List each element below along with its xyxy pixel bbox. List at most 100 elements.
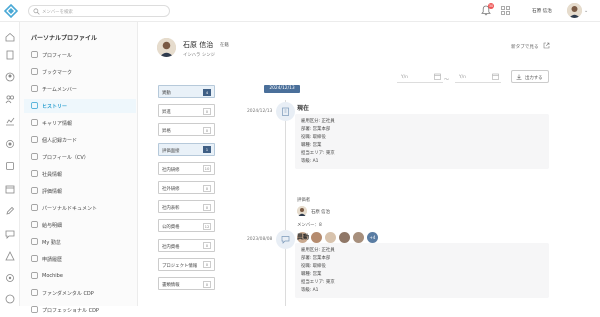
filter-count: 4 bbox=[203, 88, 211, 96]
menu-item-label: Mochibe bbox=[42, 273, 63, 279]
menu-item-label: ヒストリー bbox=[42, 104, 68, 110]
card-row: 雇用区分: 正社員 bbox=[301, 119, 335, 124]
payslip-icon bbox=[31, 221, 38, 228]
menu-item[interactable]: キャリア情報 bbox=[24, 116, 136, 130]
filter-label: 社内研修 bbox=[162, 167, 180, 173]
document-icon[interactable] bbox=[5, 50, 15, 60]
history-icon bbox=[31, 102, 38, 109]
chart-icon[interactable] bbox=[5, 116, 15, 126]
menu-item[interactable]: ヒストリー bbox=[24, 99, 136, 113]
open-new-tab-link[interactable]: 新タブで見る bbox=[511, 44, 539, 50]
filter-label: 社内資格 bbox=[162, 244, 180, 250]
user-avatar[interactable] bbox=[567, 3, 582, 18]
export-button[interactable]: 出力する bbox=[511, 70, 549, 83]
avatar-person-icon bbox=[297, 206, 307, 216]
chat-icon[interactable] bbox=[5, 229, 15, 239]
date-from-field[interactable]: Y/n bbox=[397, 71, 443, 83]
network-icon[interactable] bbox=[5, 139, 15, 149]
current-user-name[interactable]: 石原 信治 bbox=[532, 8, 552, 14]
more-members-badge[interactable]: +4 bbox=[367, 232, 378, 243]
menu-item[interactable]: 社員情報 bbox=[24, 167, 136, 181]
home-icon[interactable] bbox=[5, 32, 15, 42]
filter-count: 0 bbox=[203, 280, 211, 288]
menu-item[interactable]: チームメンバー bbox=[24, 82, 136, 96]
history-filter-button[interactable]: 昇格 0 bbox=[158, 123, 215, 137]
external-link-icon[interactable] bbox=[543, 42, 550, 49]
card-row: 職種: 営業 bbox=[301, 143, 322, 148]
menu-item-label: 社員情報 bbox=[42, 172, 63, 178]
menu-item[interactable]: ファンダメンタル CDP bbox=[24, 286, 136, 300]
badge-icon[interactable] bbox=[5, 161, 15, 171]
career-icon bbox=[31, 119, 38, 126]
help-icon[interactable] bbox=[5, 294, 15, 304]
menu-item[interactable]: 給与明細 bbox=[24, 218, 136, 232]
top-bar: メンバーを検索 30 石原 信治 ⌄ bbox=[0, 0, 600, 22]
edit-icon[interactable] bbox=[5, 206, 15, 216]
date-to-field[interactable]: Y/n bbox=[455, 71, 501, 83]
timeline-date: 2023/08/08 bbox=[247, 237, 273, 242]
timeline-date: 2024/12/13 bbox=[247, 109, 273, 114]
member-avatar[interactable] bbox=[311, 232, 322, 243]
history-filter-button[interactable]: プロジェクト情報 0 bbox=[158, 257, 215, 271]
filter-count: 0 bbox=[203, 107, 211, 115]
gear-icon[interactable] bbox=[5, 273, 15, 283]
person-icon[interactable] bbox=[5, 72, 15, 82]
history-filter-button[interactable]: 異動 4 bbox=[158, 85, 215, 98]
calendar-icon[interactable] bbox=[492, 73, 499, 80]
entry-title: 異動 bbox=[297, 234, 310, 241]
registrant-label: 評価者 bbox=[297, 198, 311, 203]
filter-label: 評価面接 bbox=[162, 148, 180, 154]
card-row: 担当エリア: 東京 bbox=[301, 151, 335, 156]
menu-item-label: 申請履歴 bbox=[42, 257, 63, 263]
member-avatar[interactable] bbox=[339, 232, 350, 243]
building-icon bbox=[282, 107, 289, 116]
search-icon bbox=[33, 8, 40, 15]
filter-label: 公的資格 bbox=[162, 225, 180, 231]
filter-count: 0 bbox=[203, 184, 211, 192]
filter-label: 昇格 bbox=[162, 129, 171, 135]
menu-item[interactable]: パーソナルドキュメント bbox=[24, 201, 136, 215]
menu-item[interactable]: プロフィール（CV） bbox=[24, 150, 136, 164]
menu-item-label: プロフィール（CV） bbox=[42, 155, 89, 161]
team-icon bbox=[31, 85, 38, 92]
history-filter-button[interactable]: 書類情報 0 bbox=[158, 277, 215, 290]
history-card: 雇用区分: 正社員 部署: 営業本部 役職: 取締役 職種: 営業 担当エリア:… bbox=[295, 243, 549, 298]
member-avatar[interactable] bbox=[353, 232, 364, 243]
menu-item[interactable]: 個人記録カード bbox=[24, 133, 136, 147]
history-filter-button[interactable]: 評価面接 1 bbox=[158, 142, 215, 156]
menu-item-label: 評価情報 bbox=[42, 189, 63, 195]
date-range-separator: 〜 bbox=[444, 77, 450, 83]
menu-item[interactable]: 評価情報 bbox=[24, 184, 136, 198]
document-icon bbox=[31, 204, 38, 211]
menu-item[interactable]: 申請履歴 bbox=[24, 252, 136, 266]
menu-item[interactable]: My 勤怠 bbox=[24, 235, 136, 249]
filter-count: 0 bbox=[203, 203, 211, 211]
menu-title: パーソナルプロファイル bbox=[31, 35, 98, 42]
chevron-down-icon[interactable]: ⌄ bbox=[584, 8, 588, 14]
app-logo-icon[interactable] bbox=[4, 4, 18, 18]
warning-icon[interactable] bbox=[5, 251, 15, 261]
history-filter-button[interactable]: 公的資格 12 bbox=[158, 219, 215, 233]
history-filter-button[interactable]: 社内資格 0 bbox=[158, 238, 215, 252]
history-filter-button[interactable]: 社内研修 10 bbox=[158, 161, 215, 175]
menu-item[interactable]: ブックマーク bbox=[24, 65, 136, 79]
history-filter-button[interactable]: 昇進 0 bbox=[158, 104, 215, 118]
member-search-input[interactable]: メンバーを検索 bbox=[28, 5, 170, 17]
people-icon[interactable] bbox=[5, 94, 15, 104]
member-avatar[interactable] bbox=[325, 232, 336, 243]
history-filter-button[interactable]: 社内表彰 0 bbox=[158, 200, 215, 214]
card-row: 部署: 営業本部 bbox=[301, 256, 331, 261]
timeline-node bbox=[276, 102, 295, 121]
menu-item-label: プロフェッショナル CDP bbox=[42, 308, 99, 314]
calendar-icon[interactable] bbox=[5, 184, 15, 194]
app-grid-icon[interactable] bbox=[501, 6, 510, 15]
date-from-value: Y/n bbox=[401, 75, 408, 80]
employment-status: 在籍 bbox=[220, 43, 229, 48]
calendar-icon[interactable] bbox=[434, 73, 441, 80]
menu-item[interactable]: Mochibe bbox=[24, 269, 136, 283]
menu-item[interactable]: プロフェッショナル CDP bbox=[24, 303, 136, 317]
record-card-icon bbox=[31, 136, 38, 143]
menu-item[interactable]: プロフィール bbox=[24, 48, 136, 62]
profile-icon bbox=[31, 51, 38, 58]
history-filter-button[interactable]: 社外研修 0 bbox=[158, 181, 215, 194]
